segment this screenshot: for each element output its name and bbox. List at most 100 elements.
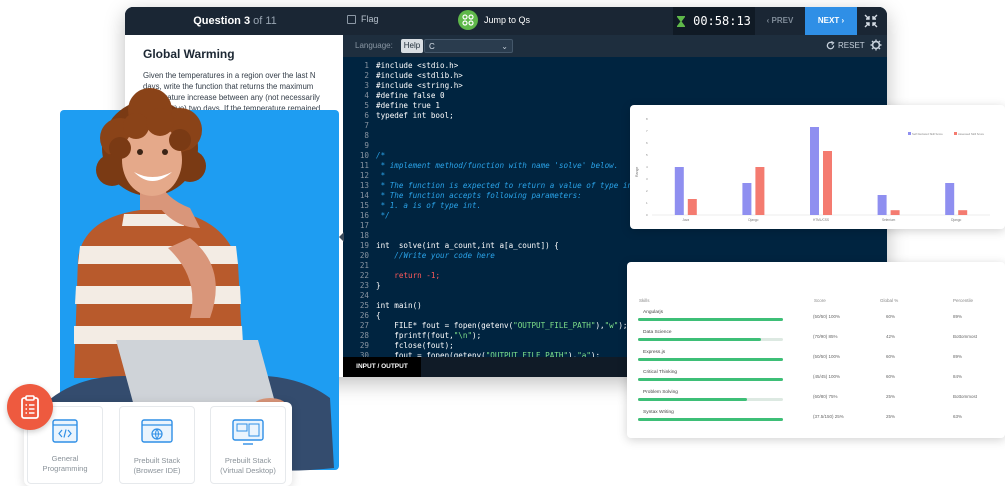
question-total: of 11: [253, 15, 277, 27]
x-tick-label: Selenium: [882, 218, 896, 222]
language-label: Language:: [355, 41, 393, 50]
help-button[interactable]: Help: [401, 39, 423, 53]
line-number: 22: [359, 271, 369, 280]
line-number: 11: [359, 161, 369, 170]
table-row: Data Science (70/90) 85% 42% Bottommost: [627, 330, 1005, 352]
tab-input-output[interactable]: INPUT / OUTPUT: [343, 357, 421, 377]
clipboard-icon: [7, 384, 53, 430]
table-row: Angularjs (50/50) 100% 60% 89%: [627, 310, 1005, 332]
y-tick-label: 6: [646, 141, 648, 145]
code-line: #define false 0: [376, 91, 445, 100]
y-tick-label: 5: [646, 153, 648, 157]
code-content[interactable]: #include <stdio.h> #include <stdlib.h> #…: [376, 61, 637, 357]
option-virtual-desktop[interactable]: Prebuilt Stack (Virtual Desktop): [210, 406, 286, 484]
score-cell: (60/80) 75%: [813, 394, 838, 399]
score-cell: (37.5/150) 25%: [813, 414, 844, 419]
table-row: Express.js (50/50) 100% 60% 89%: [627, 350, 1005, 372]
line-number: 28: [359, 331, 369, 340]
skill-progress-fill: [638, 358, 783, 361]
line-number: 10: [359, 151, 369, 160]
option-label-line1: Prebuilt Stack: [224, 456, 272, 465]
header-skills: Skills: [639, 298, 650, 303]
collapse-icon[interactable]: [863, 13, 879, 29]
gear-icon[interactable]: [870, 39, 882, 51]
table-row: Syntax Writing (37.5/150) 25% 25% 63%: [627, 410, 1005, 432]
x-tick-label: Django: [748, 218, 758, 222]
line-number: 18: [359, 231, 369, 240]
jump-to-questions-button[interactable]: Jump to Qs: [458, 10, 530, 30]
y-tick-label: 7: [646, 129, 648, 133]
bar-assessed: [823, 151, 832, 215]
hourglass-icon: [677, 15, 686, 27]
code-line: #include <string.h>: [376, 81, 463, 90]
editor-toolbar: Language: Help C ⌄ RESET: [343, 35, 887, 57]
header-global: Global %: [880, 298, 899, 303]
bar-self-declared: [877, 195, 887, 215]
global-cell: 60%: [886, 374, 896, 379]
score-cell: (50/50) 100%: [813, 314, 841, 319]
next-button[interactable]: NEXT ›: [805, 7, 857, 35]
line-number: 6: [364, 111, 369, 120]
global-cell: 25%: [886, 414, 896, 419]
global-cell: 60%: [886, 354, 896, 359]
line-number: 14: [359, 191, 369, 200]
skill-progress-bar: [638, 338, 783, 341]
skill-name: Angularjs: [643, 310, 663, 315]
x-tick-label: Java: [682, 218, 689, 222]
question-counter: Question 3 of 11: [125, 7, 345, 35]
score-cell: (50/50) 100%: [813, 354, 841, 359]
skill-progress-fill: [638, 418, 783, 421]
language-select[interactable]: C ⌄: [424, 39, 513, 53]
table-row: Critical Thinking (45/45) 100% 60% 84%: [627, 370, 1005, 392]
bar-assessed: [890, 210, 900, 215]
skill-name: Data Science: [643, 330, 672, 335]
global-cell: 42%: [886, 334, 896, 339]
skill-progress-fill: [638, 338, 762, 341]
line-number: 2: [364, 71, 369, 80]
table-row: Problem Solving (60/80) 75% 25% Bottommost: [627, 390, 1005, 412]
y-tick-label: 1: [646, 201, 648, 205]
line-number: 9: [364, 141, 369, 150]
option-browser-ide[interactable]: Prebuilt Stack (Browser IDE): [119, 406, 195, 484]
option-label-line1: General: [51, 454, 79, 463]
stack-options-card: General Programming Prebuilt Stack (Brow…: [24, 402, 292, 486]
line-number: 12: [359, 171, 369, 180]
prev-button[interactable]: ‹ PREV: [755, 7, 805, 35]
y-tick-label: 3: [646, 177, 648, 181]
flag-checkbox[interactable]: [347, 14, 356, 24]
code-line: #include <stdlib.h>: [376, 71, 463, 80]
skill-name: Problem Solving: [643, 390, 678, 395]
y-tick-label: 8: [646, 117, 648, 121]
bar-assessed: [958, 210, 968, 215]
legend-swatch: [908, 132, 911, 135]
percentile-cell: Bottommost: [953, 394, 978, 399]
line-number: 21: [359, 261, 369, 270]
chevron-down-icon: ⌄: [501, 42, 508, 51]
line-number: 4: [364, 91, 369, 100]
line-number: 1: [364, 61, 369, 70]
skill-progress-bar: [638, 358, 783, 361]
line-number: 5: [364, 101, 369, 110]
reset-button[interactable]: RESET: [826, 41, 865, 50]
skill-score-chart-card: Range 0 1 2 3 4 5 6 7 8 Java Django HTML/CSS Selenium…: [630, 105, 1005, 229]
line-number: 24: [359, 291, 369, 300]
virtual-desktop-icon: [232, 419, 264, 445]
y-tick-label: 4: [646, 165, 648, 169]
line-number: 7: [364, 121, 369, 130]
bar-self-declared: [810, 127, 819, 215]
score-cell: (70/90) 85%: [813, 334, 838, 339]
bar-assessed: [687, 199, 697, 215]
percentile-cell: 84%: [953, 374, 963, 379]
x-tick-label: HTML/CSS: [813, 218, 829, 222]
option-label-line1: Prebuilt Stack: [133, 456, 181, 465]
line-number: 29: [359, 341, 369, 350]
skill-name: Express.js: [643, 350, 666, 355]
skill-progress-fill: [638, 318, 783, 321]
global-cell: 25%: [886, 394, 896, 399]
flag-toggle[interactable]: Flag: [347, 14, 379, 24]
y-tick-label: 0: [646, 213, 648, 217]
chevron-right-icon: ›: [839, 16, 845, 25]
line-number: 8: [364, 131, 369, 140]
timer: 00:58:13: [673, 7, 755, 35]
percentile-cell: 89%: [953, 354, 963, 359]
